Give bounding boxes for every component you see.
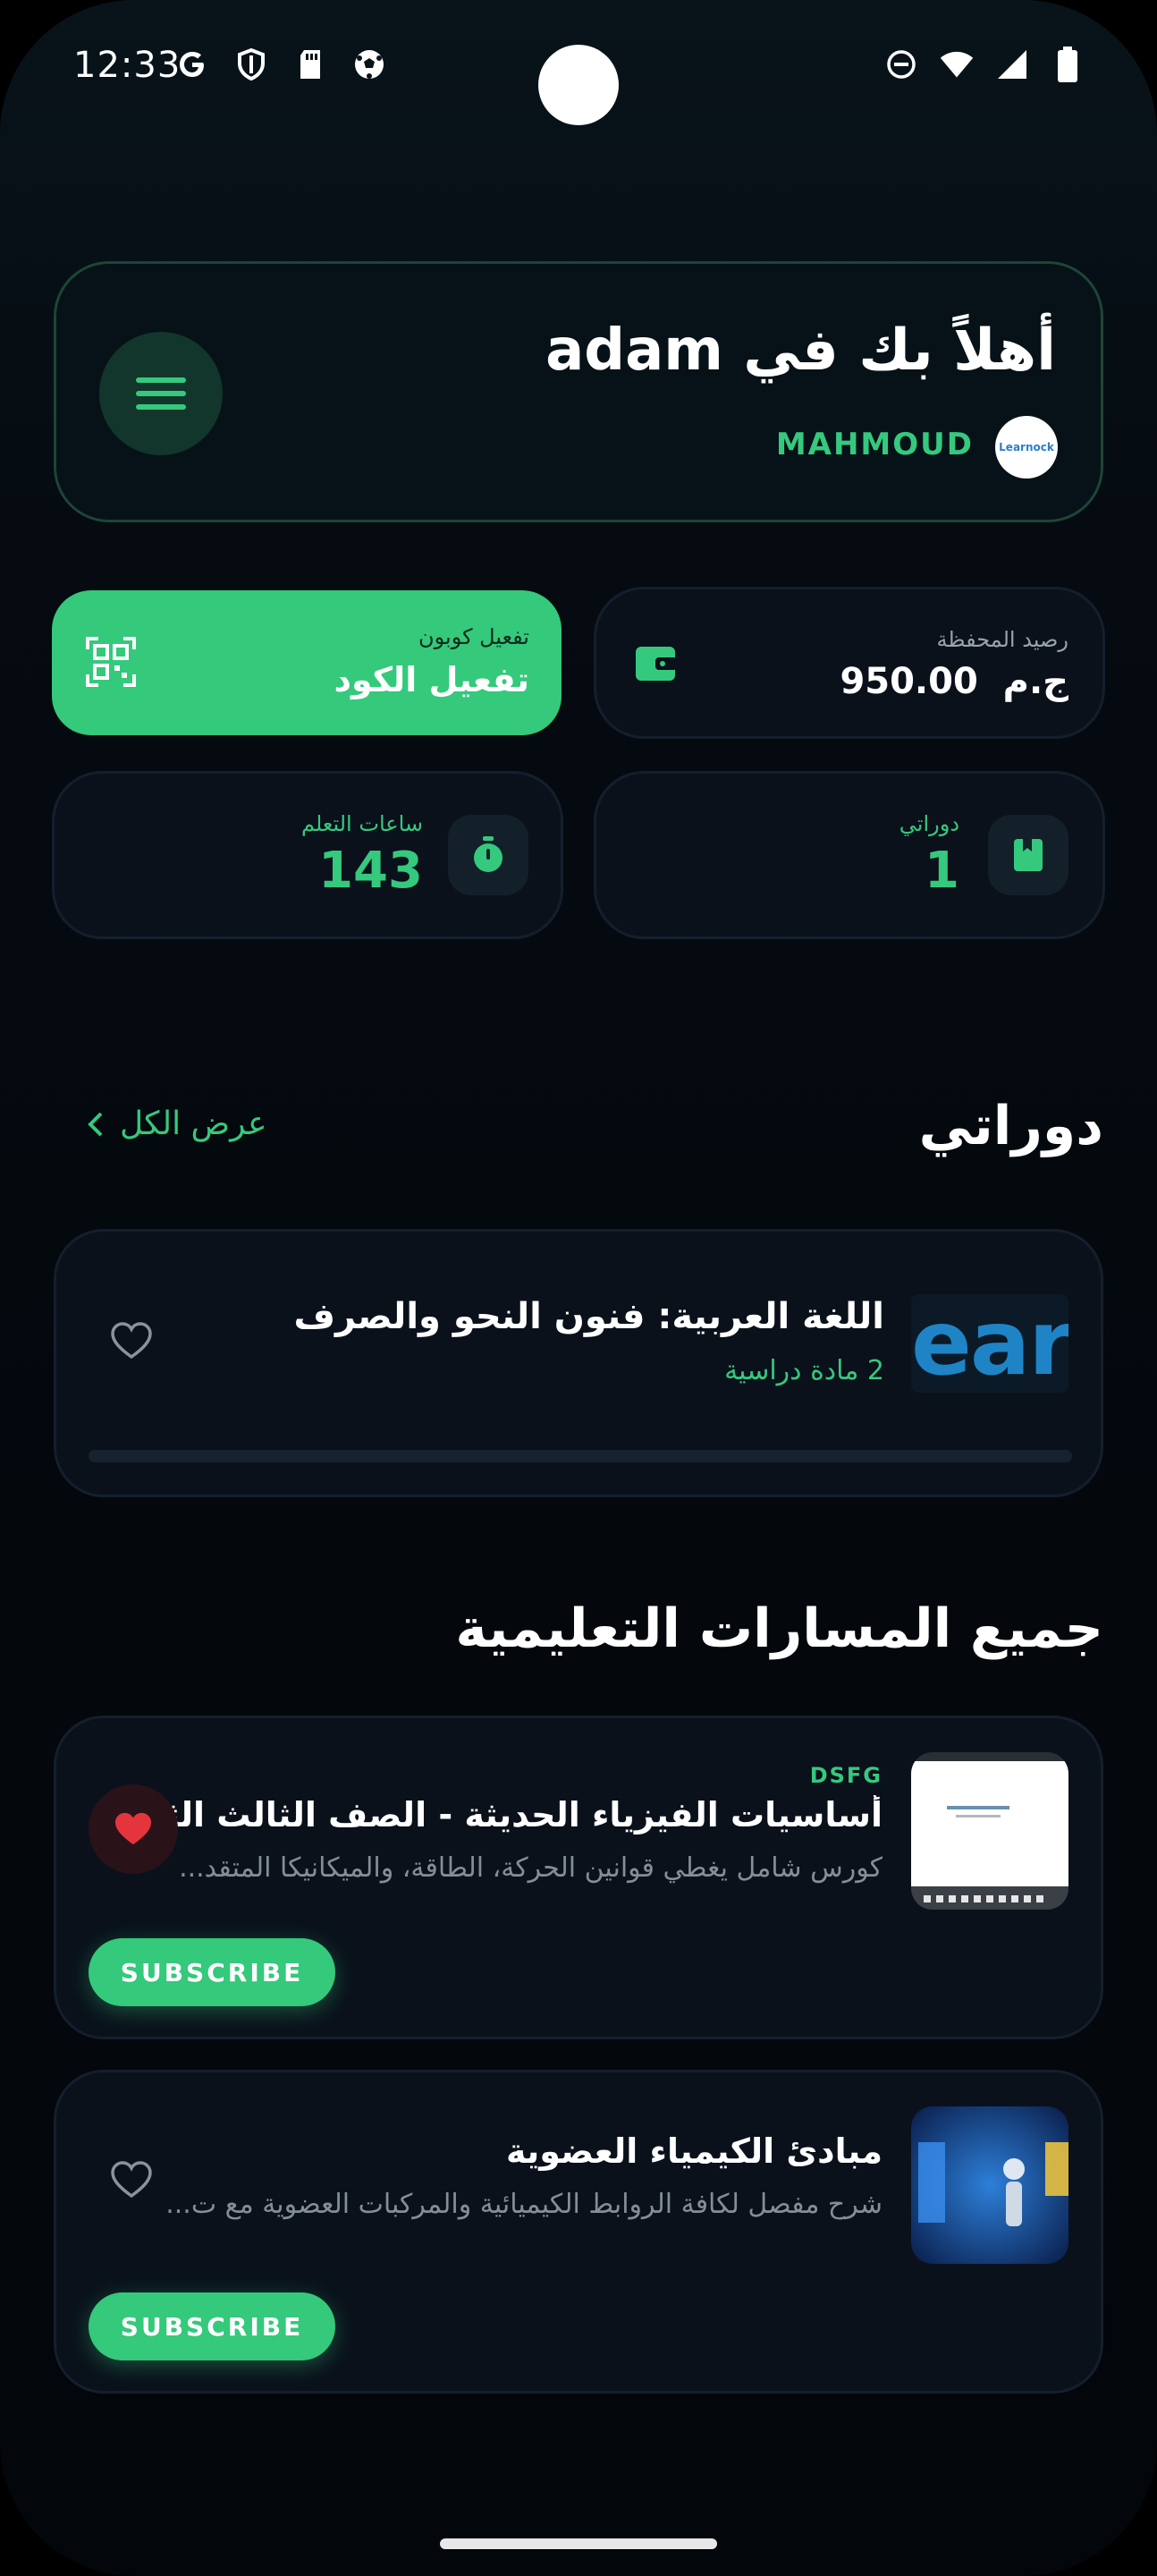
battery-icon <box>1050 47 1085 82</box>
course-thumbnail: earr <box>911 1294 1068 1393</box>
front-camera <box>538 45 619 125</box>
activate-coupon-card[interactable]: تفعيل كوبون تفعيل الكود <box>52 590 562 735</box>
wifi-icon <box>939 47 975 82</box>
do-not-disturb-icon <box>883 47 919 82</box>
avatar[interactable]: Learnock <box>995 416 1058 479</box>
chevron-left-icon <box>88 1112 103 1136</box>
avatar-logo-text: Learnock <box>999 441 1054 453</box>
coupon-big-label: تفعيل الكود <box>334 660 529 699</box>
wallet-balance-card[interactable]: رصيد المحفظة ج.م 950.00 <box>594 587 1105 739</box>
hours-stat-label: ساعات التعلم <box>301 811 423 836</box>
username: MAHMOUD <box>775 427 974 462</box>
course-title: اللغة العربية: فنون النحو والصرف <box>293 1296 884 1337</box>
path-description: شرح مفصل لكافة الروابط الكيميائية والمرك… <box>167 2189 883 2220</box>
phone-screen: 12:33 أهلاً بك في adam MAHMOUD Learnock … <box>0 0 1157 2576</box>
course-progress-bar <box>89 1450 1072 1462</box>
stopwatch-icon <box>448 815 528 895</box>
status-time: 12:33 <box>73 45 182 86</box>
learning-hours-stat-card[interactable]: ساعات التعلم 143 <box>52 771 563 939</box>
path-card-chemistry[interactable]: مبادئ الكيمياء العضوية شرح مفصل لكافة ال… <box>54 2070 1103 2394</box>
wallet-amount: ج.م 950.00 <box>840 661 1068 702</box>
my-courses-section-title: دوراتي <box>918 1095 1103 1157</box>
course-subject-count: 2 مادة دراسية <box>724 1355 884 1386</box>
courses-stat-value: 1 <box>925 842 959 900</box>
welcome-header-card: أهلاً بك في adam MAHMOUD Learnock <box>54 261 1103 522</box>
heart-outline-icon[interactable] <box>110 1321 153 1360</box>
hamburger-menu-icon <box>136 377 186 410</box>
path-title: مبادئ الكيمياء العضوية <box>505 2131 883 2171</box>
status-bar: 12:33 <box>0 0 1157 134</box>
wallet-label: رصيد المحفظة <box>936 627 1068 652</box>
subscribe-button[interactable]: SUBSCRIBE <box>89 1938 335 2006</box>
status-icons-left <box>174 47 387 82</box>
wallet-currency: ج.م <box>1002 661 1068 702</box>
path-thumbnail-physics <box>911 1752 1068 1910</box>
all-paths-section-title: جميع المسارات التعليمية <box>455 1597 1103 1660</box>
menu-button[interactable] <box>99 332 223 455</box>
welcome-greeting: أهلاً بك في adam <box>545 318 1056 384</box>
home-indicator[interactable] <box>440 2538 717 2549</box>
heart-outline-icon[interactable] <box>110 2160 153 2199</box>
hours-stat-value: 143 <box>318 842 423 900</box>
my-courses-stat-card[interactable]: دوراتي 1 <box>594 771 1105 939</box>
view-all-label: عرض الكل <box>120 1106 267 1142</box>
soccer-ball-icon <box>351 47 387 82</box>
favorite-button[interactable] <box>89 1784 178 1874</box>
signal-icon <box>994 47 1030 82</box>
heart-filled-icon <box>114 1812 152 1845</box>
view-all-link[interactable]: عرض الكل <box>88 1106 266 1142</box>
path-title: أساسيات الفيزياء الحديثة - الصف الثالث ا… <box>167 1795 883 1835</box>
sd-card-icon <box>292 47 328 82</box>
path-description: كورس شامل يغطي قوانين الحركة، الطاقة، وا… <box>179 1852 883 1884</box>
wallet-value: 950.00 <box>840 661 978 702</box>
subscribe-button[interactable]: SUBSCRIBE <box>89 2292 335 2360</box>
my-course-card[interactable]: earr اللغة العربية: فنون النحو والصرف 2 … <box>54 1229 1103 1497</box>
shield-icon <box>233 47 269 82</box>
status-icons-right <box>883 47 1085 82</box>
courses-stat-label: دوراتي <box>899 811 959 836</box>
coupon-small-label: تفعيل كوبون <box>418 624 529 649</box>
book-icon <box>988 815 1068 895</box>
path-tag: DSFG <box>809 1763 883 1788</box>
wallet-icon <box>636 647 677 681</box>
path-card-physics[interactable]: DSFG أساسيات الفيزياء الحديثة - الصف الث… <box>54 1716 1103 2039</box>
qr-scan-icon <box>86 637 136 687</box>
google-icon <box>174 47 210 82</box>
path-thumbnail-chemistry <box>911 2106 1068 2264</box>
